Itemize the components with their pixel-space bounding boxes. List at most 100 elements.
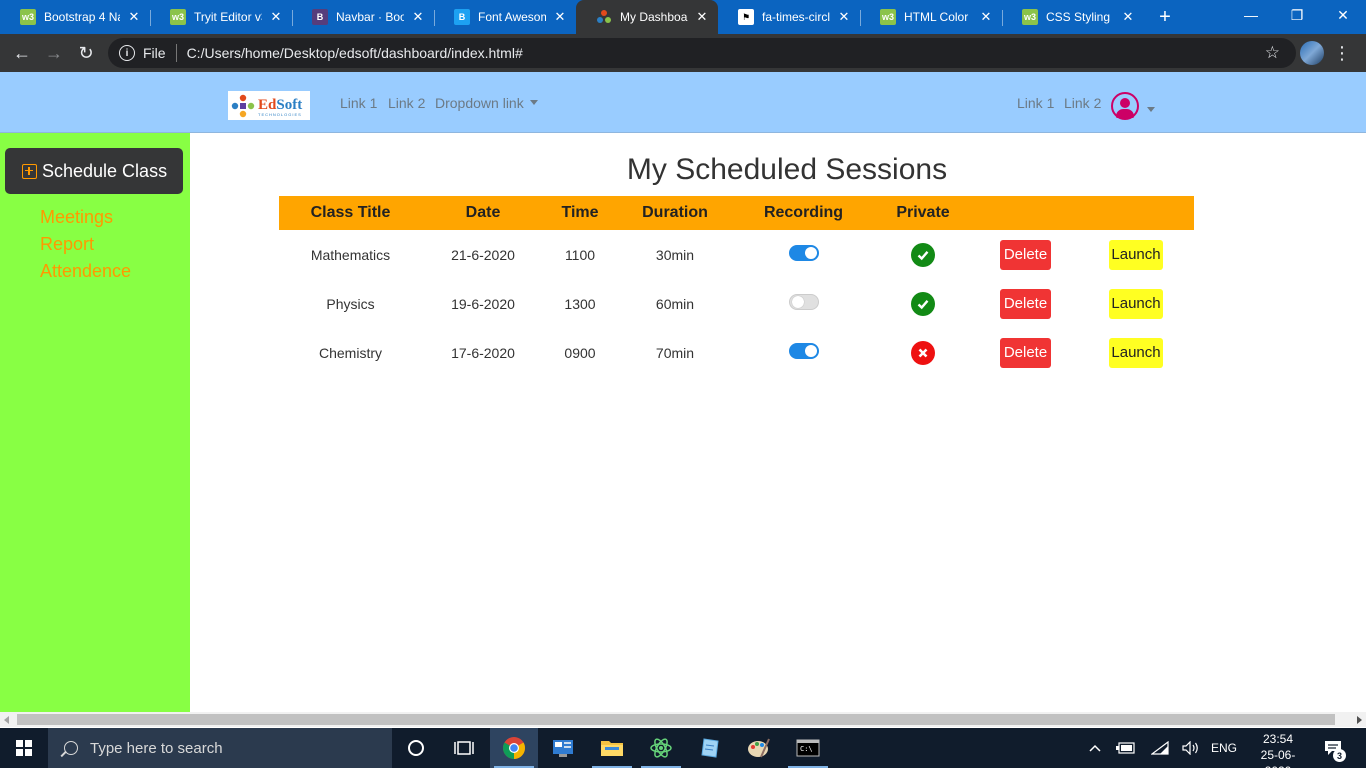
close-tab-icon[interactable]: ✕: [694, 9, 710, 25]
notification-center-icon[interactable]: [1322, 728, 1344, 768]
nav-right-link-2[interactable]: Link 2: [1064, 95, 1101, 111]
toggle-knob: [791, 295, 804, 308]
delete-button[interactable]: Delete: [999, 288, 1052, 319]
schedule-class-label: Schedule Class: [42, 160, 168, 181]
svg-text:C:\: C:\: [800, 745, 813, 753]
forward-arrow-icon[interactable]: →: [41, 40, 67, 66]
launch-button[interactable]: Launch: [1109, 288, 1163, 319]
nav-right-link-1[interactable]: Link 1: [1017, 95, 1054, 111]
close-tab-icon[interactable]: ✕: [1120, 9, 1136, 25]
close-tab-icon[interactable]: ✕: [268, 9, 284, 25]
duration-cell: 60min: [655, 295, 695, 312]
launch-button[interactable]: Launch: [1109, 239, 1163, 270]
edsoft-icon: [596, 9, 612, 25]
schedule-class-button[interactable]: Schedule Class: [5, 148, 183, 194]
recording-toggle[interactable]: [788, 293, 819, 310]
duration-cell: 70min: [655, 344, 695, 361]
close-tab-icon[interactable]: ✕: [552, 9, 568, 25]
bookmark-star-icon[interactable]: ☆: [1265, 43, 1280, 63]
horizontal-scrollbar[interactable]: [0, 712, 1366, 727]
nav-dropdown-link[interactable]: Dropdown link: [435, 95, 538, 111]
paint-icon[interactable]: [735, 728, 783, 768]
column-header: Private: [873, 196, 973, 230]
tab-tryit-editor[interactable]: w3 Tryit Editor v3.6 ✕: [150, 0, 292, 34]
address-bar[interactable]: i File C:/Users/home/Desktop/edsoft/dash…: [108, 38, 1296, 68]
delete-button[interactable]: Delete: [999, 337, 1052, 368]
column-header: [1078, 196, 1194, 230]
chevron-up-icon[interactable]: [1084, 728, 1106, 768]
command-prompt-icon[interactable]: C:\: [784, 728, 832, 768]
scheme-label: File: [143, 45, 166, 61]
close-tab-icon[interactable]: ✕: [836, 9, 852, 25]
page-viewport: EdSoft TECHNOLOGIES Link 1 Link 2 Dropdo…: [0, 72, 1366, 712]
url-text[interactable]: C:/Users/home/Desktop/edsoft/dashboard/i…: [187, 45, 523, 61]
private-cell: [873, 328, 973, 377]
scroll-right-arrow-icon[interactable]: [1357, 716, 1362, 724]
close-tab-icon[interactable]: ✕: [410, 9, 426, 25]
tab-title: Tryit Editor v3.6: [194, 10, 262, 24]
w3schools-icon: w3: [20, 9, 36, 25]
volume-icon[interactable]: [1180, 728, 1202, 768]
start-button[interactable]: [0, 728, 48, 768]
battery-icon[interactable]: [1114, 728, 1138, 768]
clock-date: 25-06-2020: [1260, 748, 1296, 778]
browser-menu-icon[interactable]: ⋮: [1333, 41, 1351, 65]
launch-button[interactable]: Launch: [1109, 337, 1163, 368]
notepad-icon[interactable]: [686, 728, 734, 768]
tab-title: Navbar · Bootstrap: [336, 10, 404, 24]
tab-bootstrap-navbar[interactable]: w3 Bootstrap 4 Navbar ✕: [0, 0, 150, 34]
control-panel-icon[interactable]: [539, 728, 587, 768]
sidebar-item-meetings[interactable]: Meetings: [40, 207, 113, 228]
wifi-icon[interactable]: [1148, 728, 1172, 768]
back-arrow-icon[interactable]: ←: [9, 40, 35, 66]
taskbar-clock[interactable]: 23:54 25-06-2020: [1258, 731, 1298, 779]
task-view-icon[interactable]: [440, 728, 488, 768]
delete-button[interactable]: Delete: [999, 239, 1052, 270]
user-circle-icon[interactable]: [1111, 92, 1139, 120]
tab-css-styling-lists[interactable]: w3 CSS Styling Lists ✕: [1002, 0, 1144, 34]
scroll-left-arrow-icon[interactable]: [4, 716, 9, 724]
language-indicator[interactable]: ENG: [1208, 728, 1240, 768]
column-header: Duration: [616, 196, 734, 230]
recording-toggle[interactable]: [788, 342, 819, 359]
taskbar-search-box[interactable]: Type here to search: [48, 728, 392, 768]
nav-link-2[interactable]: Link 2: [388, 95, 425, 111]
cortana-icon[interactable]: [392, 728, 440, 768]
sidebar-item-report[interactable]: Report: [40, 234, 94, 255]
date-cell: 19-6-2020: [451, 295, 515, 312]
tab-navbar-bootstrap[interactable]: B Navbar · Bootstrap ✕: [292, 0, 434, 34]
delete-cell: Delete: [973, 328, 1078, 377]
minimize-button[interactable]: —: [1228, 0, 1274, 30]
date-cell: 21-6-2020: [451, 246, 515, 263]
search-placeholder: Type here to search: [90, 739, 223, 757]
top-navbar: EdSoft TECHNOLOGIES Link 1 Link 2 Dropdo…: [0, 72, 1366, 133]
sessions-table: Class Title Date Time Duration Recording…: [279, 196, 1194, 377]
tab-html-color-picker[interactable]: w3 HTML Color Picker ✕: [860, 0, 1002, 34]
tab-fa-times-circle[interactable]: ⚑ fa-times-circle ✕: [718, 0, 860, 34]
profile-avatar[interactable]: [1300, 41, 1324, 65]
avatar-body: [1116, 109, 1134, 118]
column-header: Date: [422, 196, 544, 230]
reload-icon[interactable]: ↻: [73, 40, 99, 66]
recording-toggle[interactable]: [788, 244, 819, 261]
chrome-icon[interactable]: [490, 728, 538, 768]
font-awesome-icon: B: [454, 9, 470, 25]
close-tab-icon[interactable]: ✕: [126, 9, 142, 25]
file-explorer-icon[interactable]: [588, 728, 636, 768]
close-window-button[interactable]: ✕: [1320, 0, 1366, 30]
sidebar-item-attendence[interactable]: Attendence: [40, 261, 131, 282]
brand-logo[interactable]: EdSoft TECHNOLOGIES: [228, 91, 310, 120]
times-circle-icon: [911, 340, 935, 365]
tab-my-dashboard[interactable]: My Dashboard ✕: [576, 0, 718, 34]
atom-editor-icon[interactable]: [637, 728, 685, 768]
tab-font-awesome[interactable]: B Font Awesome ✕: [434, 0, 576, 34]
nav-link-1[interactable]: Link 1: [340, 95, 377, 111]
user-menu-caret-icon[interactable]: [1147, 107, 1155, 112]
close-tab-icon[interactable]: ✕: [978, 9, 994, 25]
restore-button[interactable]: ❐: [1274, 0, 1320, 30]
scrollbar-thumb[interactable]: [17, 714, 1335, 725]
info-icon[interactable]: i: [119, 45, 135, 61]
new-tab-button[interactable]: +: [1153, 5, 1177, 29]
avatar-head: [1120, 98, 1130, 108]
date-cell: 17-6-2020: [451, 344, 515, 361]
